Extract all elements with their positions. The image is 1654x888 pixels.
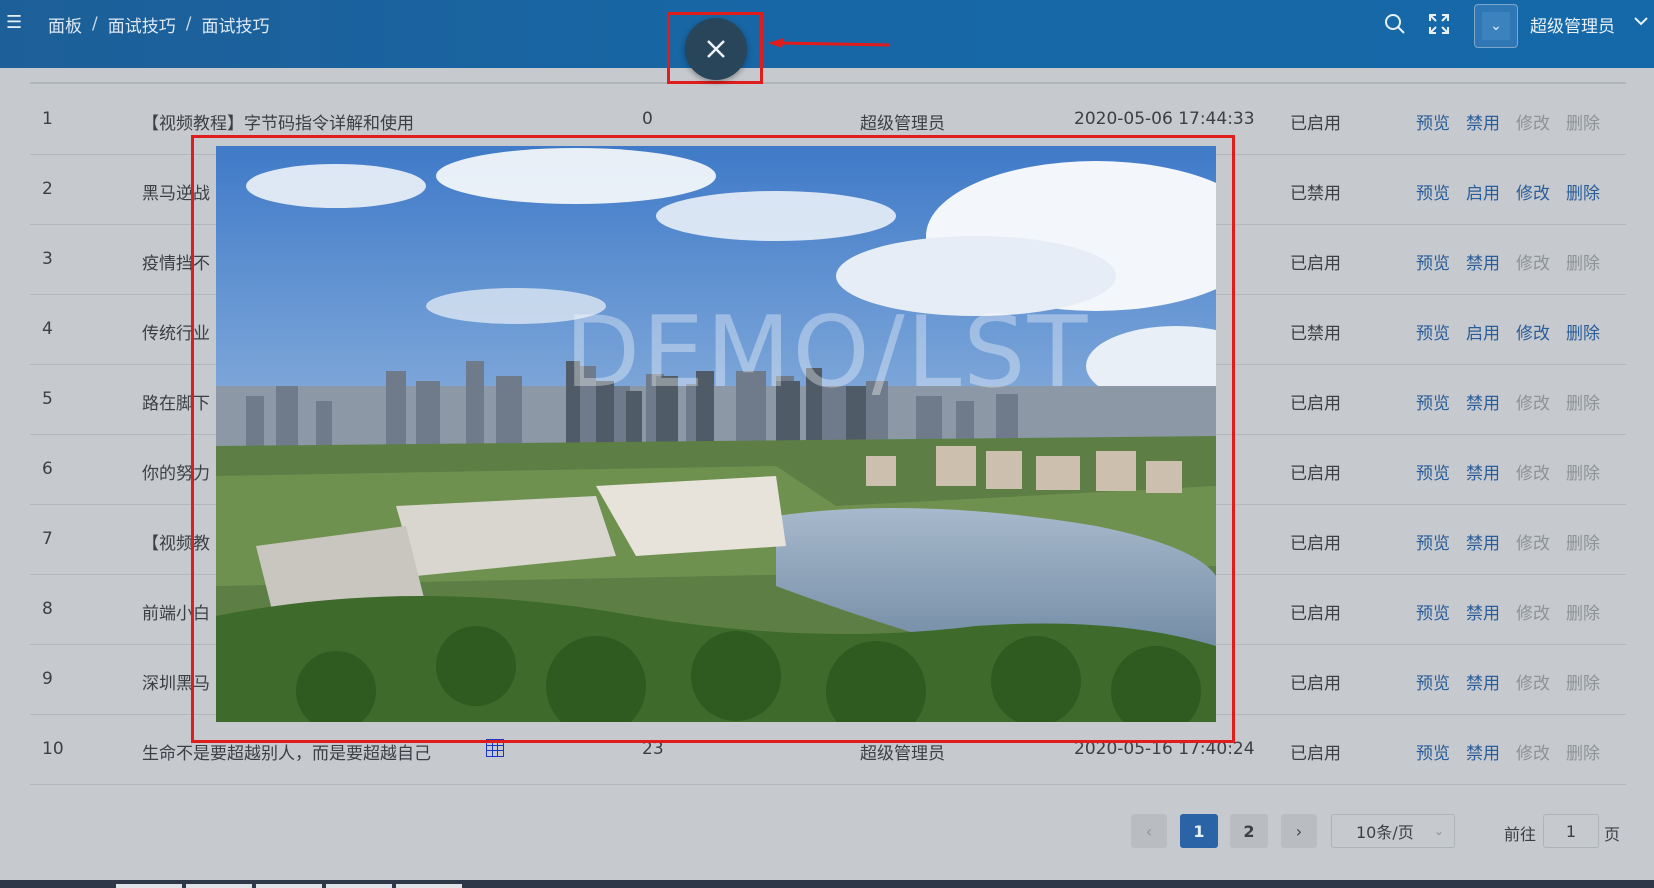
taskbar-tab[interactable] (326, 884, 392, 888)
delete-button: 删除 (1566, 604, 1600, 624)
preview-button[interactable]: 预览 (1416, 459, 1450, 484)
row-status: 已启用 (1290, 254, 1341, 274)
user-name[interactable]: 超级管理员 (1530, 12, 1615, 37)
row-status: 已禁用 (1290, 324, 1341, 344)
close-icon[interactable] (685, 18, 747, 80)
page-suffix-label: 页 (1604, 825, 1621, 844)
preview-button[interactable]: 预览 (1416, 249, 1450, 274)
row-author: 超级管理员 (860, 114, 945, 134)
pagination-next-button[interactable]: › (1281, 814, 1317, 848)
edit-button[interactable]: 修改 (1516, 319, 1550, 344)
row-index: 8 (42, 599, 53, 619)
top-header: ☰ 面板 / 面试技巧 / 面试技巧 ⌄ 超级管理员 (0, 0, 1654, 68)
goto-page-input[interactable] (1543, 814, 1599, 848)
row-status: 已启用 (1290, 114, 1341, 134)
preview-button[interactable]: 预览 (1416, 179, 1450, 204)
row-date: 2020-05-06 17:44:33 (1074, 109, 1255, 129)
taskbar-tab[interactable] (116, 884, 182, 888)
preview-button[interactable]: 预览 (1416, 319, 1450, 344)
preview-button[interactable]: 预览 (1416, 389, 1450, 414)
row-index: 4 (42, 319, 53, 339)
toggle-status-button[interactable]: 禁用 (1466, 599, 1500, 624)
edit-button: 修改 (1516, 604, 1550, 624)
toggle-status-button[interactable]: 禁用 (1466, 739, 1500, 764)
toggle-status-button[interactable]: 启用 (1466, 319, 1500, 344)
row-count: 0 (642, 109, 653, 129)
page-size-select[interactable]: 10条/页 ⌄ (1331, 814, 1455, 848)
toggle-status-button[interactable]: 禁用 (1466, 389, 1500, 414)
preview-button[interactable]: 预览 (1416, 599, 1450, 624)
toggle-status-button[interactable]: 禁用 (1466, 249, 1500, 274)
delete-button: 删除 (1566, 254, 1600, 274)
edit-button: 修改 (1516, 464, 1550, 484)
delete-button: 删除 (1566, 534, 1600, 554)
edit-button: 修改 (1516, 674, 1550, 694)
toggle-status-button[interactable]: 禁用 (1466, 459, 1500, 484)
row-index: 5 (42, 389, 53, 409)
row-index: 7 (42, 529, 53, 549)
chevron-down-icon: ⌄ (1433, 824, 1444, 838)
toggle-status-button[interactable]: 禁用 (1466, 669, 1500, 694)
toggle-status-button[interactable]: 启用 (1466, 179, 1500, 204)
row-title: 【视频教程】字节码指令详解和使用 (142, 114, 414, 134)
preview-button[interactable]: 预览 (1416, 739, 1450, 764)
annotation-highlight-video (191, 135, 1235, 743)
chevron-down-icon: ⌄ (1482, 12, 1510, 40)
row-status: 已禁用 (1290, 184, 1341, 204)
edit-button: 修改 (1516, 114, 1550, 134)
delete-button: 删除 (1566, 394, 1600, 414)
goto-label: 前往 (1504, 825, 1537, 844)
row-index: 3 (42, 249, 53, 269)
row-status: 已启用 (1290, 604, 1341, 624)
delete-button: 删除 (1566, 744, 1600, 764)
preview-button[interactable]: 预览 (1416, 529, 1450, 554)
row-status: 已启用 (1290, 744, 1341, 764)
row-status: 已启用 (1290, 534, 1341, 554)
row-index: 6 (42, 459, 53, 479)
edit-button: 修改 (1516, 394, 1550, 414)
page-size-label: 10条/页 (1356, 823, 1414, 842)
delete-button: 删除 (1566, 464, 1600, 484)
edit-button: 修改 (1516, 254, 1550, 274)
pagination-prev-button[interactable]: ‹ (1131, 814, 1167, 848)
toggle-status-button[interactable]: 禁用 (1466, 109, 1500, 134)
taskbar-tab[interactable] (396, 884, 462, 888)
table-header-divider (30, 82, 1626, 84)
row-index: 2 (42, 179, 53, 199)
header-right: ⌄ 超级管理员 (0, 0, 1654, 68)
taskbar-tab[interactable] (256, 884, 322, 888)
row-status: 已启用 (1290, 674, 1341, 694)
avatar[interactable]: ⌄ (1474, 4, 1518, 48)
edit-button: 修改 (1516, 534, 1550, 554)
delete-button: 删除 (1566, 114, 1600, 134)
preview-button[interactable]: 预览 (1416, 669, 1450, 694)
row-index: 9 (42, 669, 53, 689)
user-menu-chevron-icon[interactable] (1632, 12, 1650, 34)
row-status: 已启用 (1290, 394, 1341, 414)
delete-button: 删除 (1566, 674, 1600, 694)
annotation-arrow-icon (768, 38, 891, 48)
pagination-page-2[interactable]: 2 (1230, 814, 1268, 848)
row-status: 已启用 (1290, 464, 1341, 484)
toggle-status-button[interactable]: 禁用 (1466, 529, 1500, 554)
edit-button: 修改 (1516, 744, 1550, 764)
row-index: 10 (42, 739, 64, 759)
row-index: 1 (42, 109, 53, 129)
edit-button[interactable]: 修改 (1516, 179, 1550, 204)
fullscreen-icon[interactable] (1427, 12, 1451, 36)
taskbar-tab[interactable] (186, 884, 252, 888)
delete-button[interactable]: 删除 (1566, 319, 1600, 344)
delete-button[interactable]: 删除 (1566, 179, 1600, 204)
pagination-page-1[interactable]: 1 (1180, 814, 1218, 848)
search-icon[interactable] (1383, 12, 1407, 36)
preview-button[interactable]: 预览 (1416, 109, 1450, 134)
